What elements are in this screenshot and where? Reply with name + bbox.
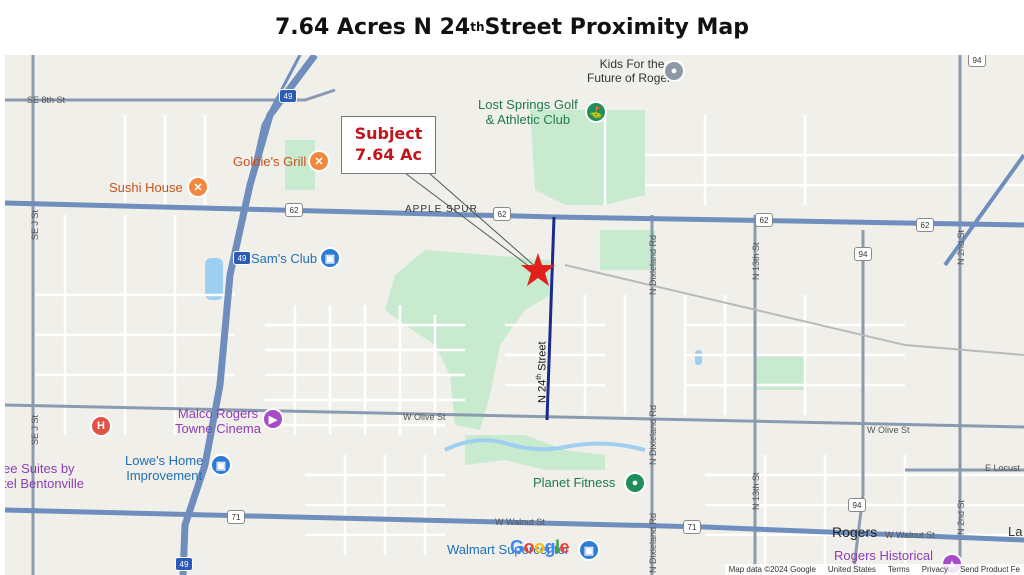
interstate-49-shield-top: 49 <box>279 89 297 103</box>
subject-street-label: N 24th Street <box>536 341 549 404</box>
bus71-shield-b: 71 <box>683 520 701 534</box>
hwy62-shield-b: 62 <box>493 207 511 221</box>
pond-west <box>205 258 223 300</box>
poi-label-lowes[interactable]: Lowe's Home Improvement <box>125 453 203 484</box>
poi-label-sams-club[interactable]: Sam's Club <box>251 251 317 267</box>
poi-label-malco[interactable]: Malco Rogers Towne Cinema <box>175 406 261 437</box>
shopping-bag-icon[interactable]: ▣ <box>580 541 598 559</box>
pond-east <box>695 350 702 365</box>
road-label-e-locust: E Locust <box>985 463 1021 473</box>
minor-streets <box>35 115 1024 575</box>
title-superscript: th <box>470 20 485 34</box>
poi-label-kids-for-future[interactable]: Kids For the Future of Rogers <box>587 57 677 86</box>
callout-line2: 7.64 Ac <box>355 145 422 164</box>
poi-label-rogers-historical[interactable]: Rogers Historical <box>834 548 933 564</box>
feedback-link[interactable]: Send Product Fe <box>960 565 1020 574</box>
w-olive-road <box>5 403 1024 429</box>
poi-label-lost-springs[interactable]: Lost Springs Golf & Athletic Club <box>478 97 578 128</box>
hospital-icon[interactable]: H <box>92 417 110 435</box>
hwy94-shield-a: 94 <box>968 55 986 67</box>
google-logo: Google <box>510 537 570 557</box>
fitness-icon[interactable]: ● <box>626 474 644 492</box>
bus71-shield-a: 71 <box>227 510 245 524</box>
hwy62-shield-a: 62 <box>285 203 303 217</box>
road-label-apple-spur: APPLE SPUR <box>405 204 478 215</box>
map-canvas[interactable]: Subject 7.64 Ac N 24th Street SE 8th St … <box>5 55 1024 575</box>
road-label-n-2nd-1: N 2nd St <box>956 229 966 265</box>
map-base-layer <box>5 55 1024 575</box>
road-label-n-dixieland-3: N Dixieland Rd <box>648 512 658 573</box>
hwy62-shield-d: 62 <box>916 218 934 232</box>
poi-label-sushi-house[interactable]: Sushi House <box>109 180 183 196</box>
road-label-w-walnut-1: W Walnut St <box>495 517 545 527</box>
map-attribution: Map data ©2024 Google United States Term… <box>724 564 1024 575</box>
map-data-text: Map data ©2024 Google <box>728 565 816 574</box>
shopping-bag-icon[interactable]: ▣ <box>321 249 339 267</box>
road-label-w-olive-1: W Olive St <box>403 412 446 422</box>
hwy62-shield-c: 62 <box>755 213 773 227</box>
hwy94-shield-b: 94 <box>854 247 872 261</box>
privacy-link[interactable]: Privacy <box>922 565 948 574</box>
title-prefix: 7.64 Acres N 24 <box>274 14 471 40</box>
callout-line1: Subject <box>354 124 423 144</box>
road-label-w-olive-2: W Olive St <box>867 425 910 435</box>
poi-label-planet-fitness[interactable]: Planet Fitness <box>533 475 615 491</box>
road-label-n-dixieland-1: N Dixieland Rd <box>648 234 658 295</box>
hwy94-shield-c: 94 <box>848 498 866 512</box>
cinema-icon[interactable]: ▶ <box>264 410 282 428</box>
road-label-n-dixieland-2: N Dixieland Rd <box>648 404 658 465</box>
road-label-se-j-2: SE J St <box>30 414 40 445</box>
interstate-49-shield-bottom: 49 <box>175 557 193 571</box>
road-label-n-2nd-2: N 2nd St <box>956 499 966 535</box>
title-suffix: Street Proximity Map <box>484 14 749 40</box>
restaurant-icon[interactable]: ✕ <box>189 178 207 196</box>
road-label-n-13th-1: N 13th St <box>751 242 761 280</box>
poi-label-suites[interactable]: ee Suites by tel Bentonville <box>5 461 84 492</box>
place-pin-icon[interactable]: ● <box>665 62 683 80</box>
rail-line <box>564 264 1024 356</box>
page-title: 7.64 Acres N 24th Street Proximity Map <box>0 0 1024 54</box>
restaurant-icon[interactable]: ✕ <box>310 152 328 170</box>
city-label-rogers: Rogers <box>832 524 878 540</box>
greenway-park <box>385 250 550 430</box>
poi-label-goldies-grill[interactable]: Goldie's Grill <box>233 154 306 170</box>
shopping-bag-icon[interactable]: ▣ <box>212 456 230 474</box>
golf-icon[interactable]: ⛳ <box>587 103 605 121</box>
terms-link[interactable]: Terms <box>888 565 910 574</box>
park-block-a <box>600 230 655 270</box>
country-text: United States <box>827 565 876 574</box>
interstate-49-shield-mid: 49 <box>233 251 251 265</box>
road-label-se-8th: SE 8th St <box>27 95 66 105</box>
subject-callout: Subject 7.64 Ac <box>341 116 436 174</box>
road-label-se-j-1: SE J St <box>30 209 40 240</box>
road-label-w-walnut-2: W Walnut St <box>885 530 935 540</box>
poi-label-la: La <box>1008 524 1023 539</box>
apple-spur-hwy62 <box>5 200 1024 228</box>
road-label-n-13th-2: N 13th St <box>751 472 761 510</box>
